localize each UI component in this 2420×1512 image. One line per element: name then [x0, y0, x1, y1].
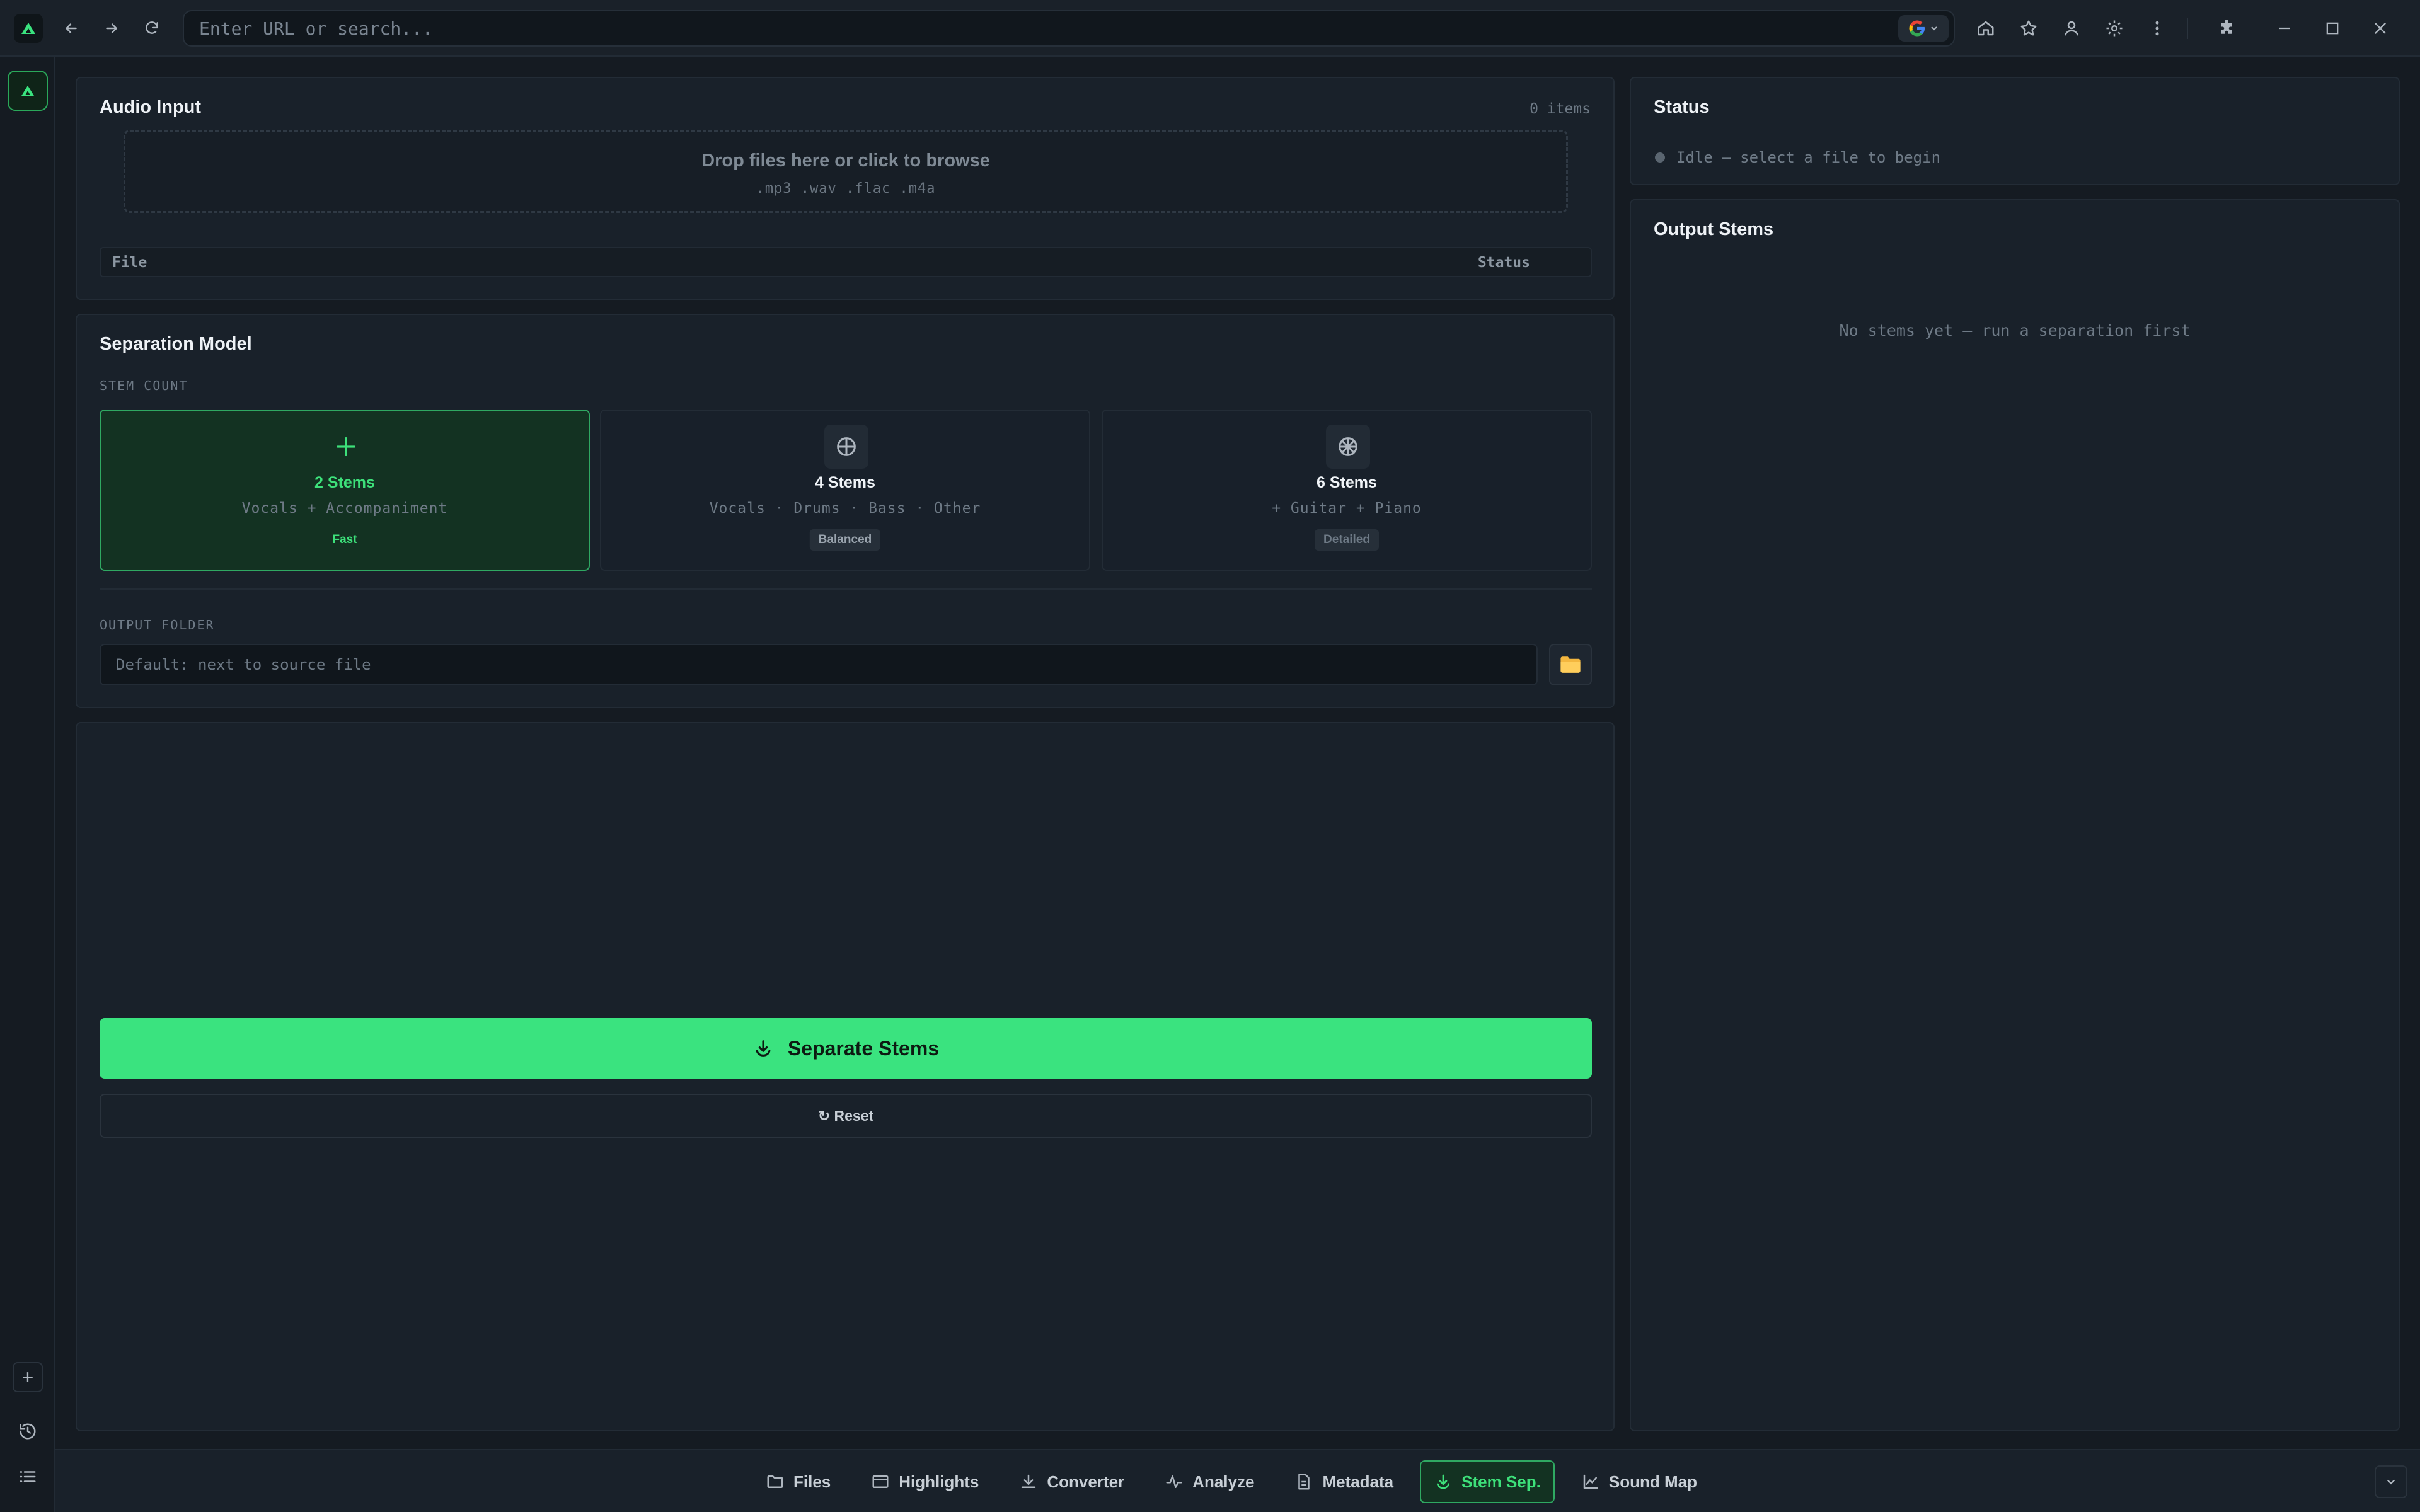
sidebar-add-button[interactable]: + [13, 1362, 43, 1392]
sidebar-app-icon[interactable] [8, 71, 48, 111]
plus-icon [324, 425, 368, 469]
minimize-icon[interactable] [2269, 13, 2300, 44]
file-dropzone[interactable]: Drop files here or click to browse .mp3 … [124, 130, 1568, 213]
tab-label: Metadata [1322, 1472, 1394, 1491]
star-icon[interactable] [2013, 13, 2044, 44]
separate-stems-label: Separate Stems [787, 1036, 940, 1060]
dropzone-title: Drop files here or click to browse [701, 151, 990, 171]
separation-model-panel: Separation Model STEM COUNT 2 Stems Voca… [76, 314, 1615, 708]
actions-panel: Separate Stems ↻ Reset [76, 722, 1615, 1431]
stem-option-description: + Guitar + Piano [1272, 500, 1422, 517]
status-indicator [1655, 152, 1665, 163]
tab-analyze[interactable]: Analyze [1151, 1460, 1268, 1503]
maximize-icon[interactable] [2317, 13, 2348, 44]
tab-label: Highlights [899, 1472, 979, 1491]
output-stems-title: Output Stems [1654, 219, 1774, 239]
list-icon[interactable] [14, 1463, 42, 1491]
folder-icon [1560, 656, 1581, 673]
stem-option-description: Vocals + Accompaniment [241, 500, 448, 517]
aperture-icon [1326, 425, 1370, 469]
bottom-tab-bar: Files Highlights Converter Analyze Metad… [55, 1449, 2420, 1512]
status-panel: Status Idle — select a file to begin [1630, 77, 2400, 185]
document-icon [1298, 1474, 1310, 1490]
url-input[interactable] [199, 11, 1869, 45]
stem-option-name: 2 Stems [314, 474, 375, 491]
forward-icon[interactable] [96, 13, 127, 44]
home-icon[interactable] [1970, 13, 2002, 44]
download-icon [1022, 1474, 1036, 1488]
back-icon[interactable] [55, 13, 87, 44]
audio-input-panel: Audio Input 0 items Drop files here or c… [76, 77, 1615, 300]
tab-converter[interactable]: Converter [1005, 1460, 1138, 1503]
close-icon[interactable] [2365, 13, 2396, 44]
stem-option-2[interactable]: 2 Stems Vocals + Accompaniment Fast [100, 410, 590, 571]
chevron-down-icon [2387, 1479, 2395, 1485]
url-bar [183, 10, 1955, 47]
stem-option-name: 4 Stems [815, 474, 875, 491]
tab-sound-map[interactable]: Sound Map [1567, 1460, 1711, 1503]
status-text: Idle — select a file to begin [1676, 149, 1941, 166]
tab-label: Stem Sep. [1461, 1472, 1541, 1491]
tab-label: Converter [1047, 1472, 1125, 1491]
toolbar-divider [2187, 18, 2188, 39]
audio-input-title: Audio Input [100, 97, 202, 117]
tab-stem-sep[interactable]: Stem Sep. [1420, 1460, 1555, 1503]
browse-folder-button[interactable] [1549, 644, 1592, 685]
output-folder-input[interactable] [100, 644, 1538, 685]
stem-option-name: 6 Stems [1317, 474, 1377, 491]
stem-option-badge: Balanced [809, 529, 881, 551]
section-divider [100, 588, 1592, 590]
separation-model-title: Separation Model [100, 334, 252, 354]
items-count: 0 items [1530, 101, 1591, 117]
gear-icon[interactable] [2099, 13, 2130, 44]
user-icon[interactable] [2056, 13, 2087, 44]
reset-label: ↻ Reset [817, 1107, 874, 1124]
output-folder-label: OUTPUT FOLDER [100, 617, 215, 633]
google-icon [1909, 20, 1925, 37]
browser-toolbar [0, 0, 2420, 57]
stem-icon [1437, 1474, 1450, 1489]
separate-stems-button[interactable]: Separate Stems [100, 1018, 1592, 1079]
stem-count-label: STEM COUNT [100, 378, 188, 393]
highlights-icon [872, 1475, 889, 1488]
collapse-button[interactable] [2375, 1465, 2407, 1498]
search-engine-selector[interactable] [1898, 15, 1949, 42]
file-table-header: File Status [100, 247, 1592, 277]
chart-icon [1583, 1474, 1598, 1489]
puzzle-icon[interactable] [2211, 13, 2242, 44]
history-icon[interactable] [14, 1418, 42, 1445]
column-header-status: Status [1477, 255, 1530, 271]
stem-option-4[interactable]: 4 Stems Vocals · Drums · Bass · Other Ba… [600, 410, 1090, 571]
reload-icon[interactable] [136, 13, 168, 44]
tab-files[interactable]: Files [752, 1460, 844, 1503]
pulse-icon [1166, 1475, 1182, 1488]
folder-icon [767, 1475, 783, 1488]
chevron-down-icon [1931, 26, 1937, 31]
app-logo-icon[interactable] [14, 14, 43, 43]
status-title: Status [1654, 97, 1710, 117]
output-stems-panel: Output Stems No stems yet — run a separa… [1630, 199, 2400, 1431]
left-sidebar: + [0, 57, 55, 1512]
kebab-menu-icon[interactable] [2141, 13, 2173, 44]
output-empty-message: No stems yet — run a separation first [1839, 321, 2191, 340]
stem-option-description: Vocals · Drums · Bass · Other [709, 500, 981, 517]
stem-option-6[interactable]: 6 Stems + Guitar + Piano Detailed [1102, 410, 1592, 571]
reset-button[interactable]: ↻ Reset [100, 1094, 1592, 1138]
stem-option-badge: Detailed [1315, 529, 1379, 551]
tab-highlights[interactable]: Highlights [857, 1460, 993, 1503]
crosshair-circle-icon [824, 425, 868, 469]
column-header-file: File [112, 255, 147, 271]
tab-list: Files Highlights Converter Analyze Metad… [752, 1460, 1711, 1503]
stem-icon [756, 1040, 771, 1057]
dropzone-file-types: .mp3 .wav .flac .m4a [756, 181, 936, 197]
tab-metadata[interactable]: Metadata [1281, 1460, 1407, 1503]
stem-option-badge: Fast [332, 533, 357, 546]
tab-label: Analyze [1192, 1472, 1255, 1491]
tab-label: Files [793, 1472, 831, 1491]
tab-label: Sound Map [1608, 1472, 1697, 1491]
